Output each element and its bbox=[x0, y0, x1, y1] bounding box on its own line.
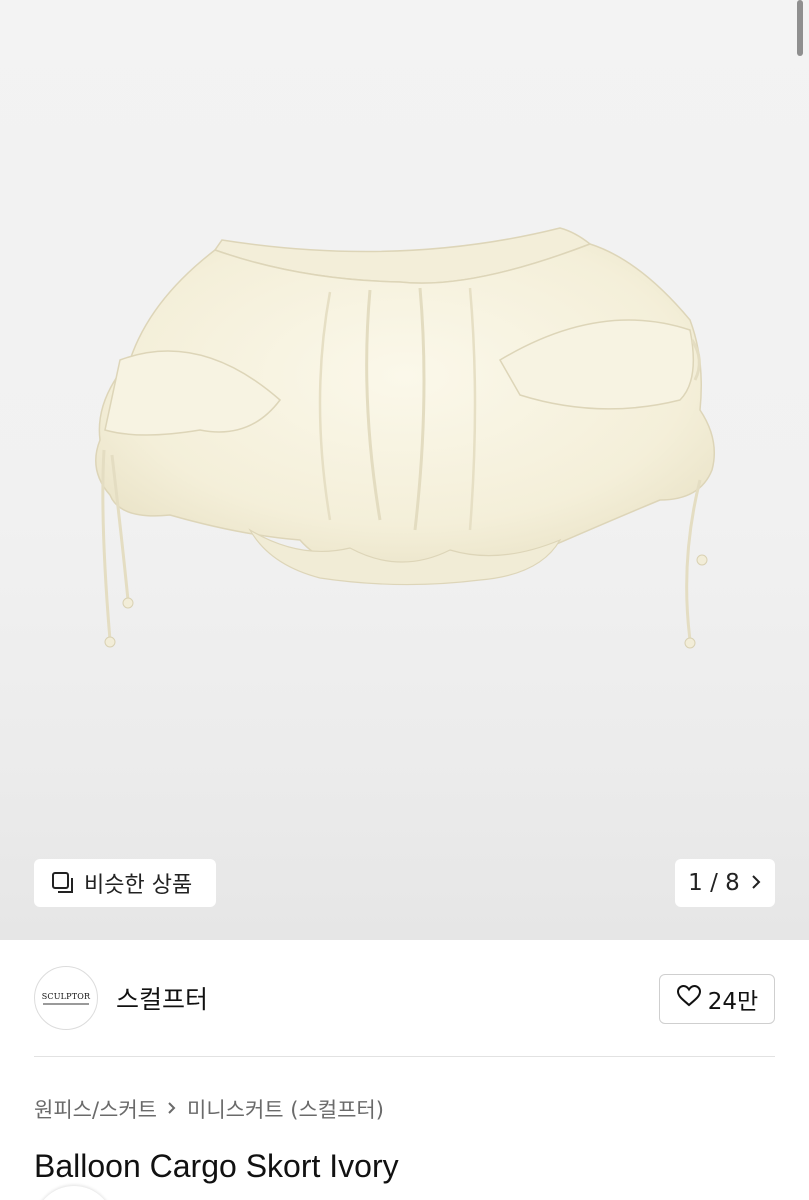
like-button[interactable]: 24만 bbox=[659, 974, 775, 1024]
image-counter-text: 1 / 8 bbox=[688, 870, 740, 896]
similar-products-button[interactable]: 비슷한 상품 bbox=[34, 859, 216, 907]
product-image-gallery[interactable]: 비슷한 상품 1 / 8 bbox=[0, 0, 809, 940]
breadcrumb-category-main[interactable]: 원피스/스커트 bbox=[34, 1094, 157, 1124]
seller-row: SCULPTOR 스컬프터 24만 bbox=[0, 940, 809, 1056]
seller-name[interactable]: 스컬프터 bbox=[116, 980, 208, 1016]
breadcrumb: 원피스/스커트 미니스커트 (스컬프터) bbox=[34, 1094, 384, 1124]
chevron-right-icon bbox=[750, 870, 762, 896]
breadcrumb-category-sub[interactable]: 미니스커트 (스컬프터) bbox=[187, 1094, 384, 1124]
chevron-right-icon bbox=[167, 1097, 177, 1121]
product-title: Balloon Cargo Skort Ivory bbox=[34, 1148, 399, 1184]
like-count: 24만 bbox=[707, 989, 759, 1015]
seller-logo-subline bbox=[43, 1002, 89, 1005]
seller-avatar[interactable]: SCULPTOR bbox=[34, 966, 98, 1030]
floating-action-icon[interactable] bbox=[34, 1186, 114, 1200]
heart-icon bbox=[676, 984, 702, 1014]
product-page: 비슷한 상품 1 / 8 SCULPTOR 스컬프터 24만 원피스/스커트 미… bbox=[0, 0, 809, 1200]
product-image bbox=[95, 227, 715, 649]
scrollbar-thumb[interactable] bbox=[797, 0, 803, 56]
similar-products-label: 비슷한 상품 bbox=[84, 873, 193, 898]
divider bbox=[34, 1056, 775, 1057]
image-counter-button[interactable]: 1 / 8 bbox=[675, 859, 775, 907]
similar-items-icon bbox=[50, 870, 76, 896]
seller-logo-text: SCULPTOR bbox=[41, 991, 91, 1001]
